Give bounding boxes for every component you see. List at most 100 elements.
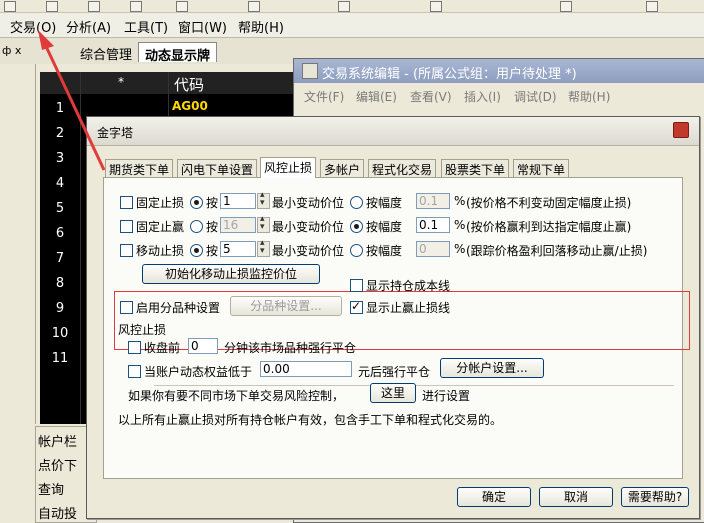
equity-below-checkbox[interactable] xyxy=(128,365,141,378)
editor-menu-insert[interactable]: 插入(I) xyxy=(464,88,501,105)
fixed-profit-spinner[interactable] xyxy=(257,214,270,233)
account-item[interactable]: 查询 xyxy=(38,479,64,498)
dialog-titlebar: 金字塔 xyxy=(87,117,699,146)
show-stop-line-label: 显示止赢止损线 xyxy=(366,301,451,315)
risk-stop-page: 固定止损 按 1 最小变动价位 按幅度 0.1 % (按价格不利变动固定幅度止损… xyxy=(103,177,690,479)
editor-menu-help[interactable]: 帮助(H) xyxy=(568,88,610,105)
footnote: 以上所有止赢止损对所有持仓帐户有效，包含手工下单和程式化交易的。 xyxy=(118,413,503,427)
toolbar-icon[interactable] xyxy=(46,1,58,12)
fixed-loss-checkbox[interactable] xyxy=(120,196,133,209)
editor-app-icon xyxy=(302,63,318,79)
tab-risk-stop[interactable]: 风控止损 xyxy=(260,157,317,178)
fixed-profit-checkbox[interactable] xyxy=(120,220,133,233)
help-button[interactable]: 需要帮助? xyxy=(621,487,689,507)
tab-stock-order[interactable]: 股票类下单 xyxy=(441,159,510,177)
left-sidebar xyxy=(0,64,36,424)
fixed-loss-tick-radio[interactable] xyxy=(190,196,203,209)
editor-titlebar: 交易系统编辑 - (所属公式组：用户待处理 *) xyxy=(294,59,704,83)
fixed-profit-tick-radio[interactable] xyxy=(190,220,203,233)
row-number: 1 xyxy=(55,101,65,116)
toolbar-icon[interactable] xyxy=(646,1,658,12)
dialog-title: 金字塔 xyxy=(97,126,134,140)
editor-menu-debug[interactable]: 调试(D) xyxy=(514,88,557,105)
per-market-suffix: 进行设置 xyxy=(422,389,471,403)
min-tick-label: 最小变动价位 xyxy=(272,244,345,258)
editor-menu-edit[interactable]: 编辑(E) xyxy=(356,88,397,105)
fixed-loss-tick-input[interactable]: 1 xyxy=(220,193,256,209)
grid-code-cell[interactable]: AG00 xyxy=(172,99,208,113)
row-number: 9 xyxy=(55,301,65,316)
close-before-suffix: 分钟该市场品种强行平仓 xyxy=(224,341,357,355)
pct-label: % xyxy=(454,242,466,256)
tab-overview[interactable]: 综合管理 xyxy=(74,42,138,63)
toolbar xyxy=(0,0,704,13)
menu-analysis[interactable]: 分析(A) xyxy=(66,17,111,36)
grid-header xyxy=(40,72,300,94)
tab-dynamic-board[interactable]: 动态显示牌 xyxy=(138,42,218,64)
fixed-loss-note: (按价格不利变动固定幅度止损) xyxy=(466,196,632,210)
menu-trade[interactable]: 交易(O) xyxy=(10,17,56,36)
moving-stop-tick-input[interactable]: 5 xyxy=(220,241,256,257)
show-cost-line-label: 显示持仓成本线 xyxy=(366,279,451,293)
equity-below-label: 当账户动态权益低于 xyxy=(144,365,253,379)
fixed-profit-amp-radio[interactable] xyxy=(350,220,363,233)
fixed-profit-amp-input[interactable]: 0.1 xyxy=(416,217,450,233)
cursor-icon[interactable] xyxy=(248,1,260,12)
tab-futures-order[interactable]: 期货类下单 xyxy=(105,159,174,177)
panel-pin-label[interactable]: ф x xyxy=(2,44,21,57)
fixed-loss-amp-radio[interactable] xyxy=(350,196,363,209)
tab-flash-order[interactable]: 闪电下单设置 xyxy=(177,159,258,177)
editor-menu-file[interactable]: 文件(F) xyxy=(304,88,344,105)
toolbar-icon[interactable] xyxy=(4,1,16,12)
min-tick-label: 最小变动价位 xyxy=(272,220,345,234)
grid-header-code: 代码 xyxy=(174,76,205,94)
toolbar-icon[interactable] xyxy=(130,1,142,12)
init-moving-stop-button[interactable]: 初始化移动止损监控价位 xyxy=(142,264,320,284)
by-label: 按 xyxy=(206,244,219,258)
equity-threshold-input[interactable]: 0.00 xyxy=(260,361,352,377)
toolbar-icon[interactable] xyxy=(176,1,188,12)
per-variety-checkbox[interactable] xyxy=(120,301,133,314)
here-button[interactable]: 这里 xyxy=(370,383,416,403)
account-panel-title: 帐户栏 xyxy=(38,435,78,450)
account-item[interactable]: 自动投 xyxy=(38,503,77,522)
close-before-checkbox[interactable] xyxy=(128,341,141,354)
menu-window[interactable]: 窗口(W) xyxy=(178,17,227,36)
by-label: 按 xyxy=(206,196,219,210)
tab-program-trading[interactable]: 程式化交易 xyxy=(368,159,437,177)
cancel-button[interactable]: 取消 xyxy=(539,487,613,507)
fixed-profit-tick-input[interactable]: 16 xyxy=(220,217,256,233)
toolbar-icon[interactable] xyxy=(560,1,572,12)
tab-regular-order[interactable]: 常规下单 xyxy=(513,159,570,177)
menu-tools[interactable]: 工具(T) xyxy=(124,17,168,36)
moving-stop-amp-input[interactable]: 0 xyxy=(416,241,450,257)
close-before-minutes-input[interactable]: 0 xyxy=(188,338,218,354)
close-icon[interactable] xyxy=(673,122,689,138)
grid-header-star: * xyxy=(118,75,124,89)
per-market-text: 如果你有要不同市场下单交易风险控制， xyxy=(128,389,345,403)
pct-label: % xyxy=(454,194,466,208)
fixed-loss-spinner[interactable] xyxy=(257,190,270,209)
toolbar-icon[interactable] xyxy=(338,1,350,12)
moving-stop-spinner[interactable] xyxy=(257,238,270,257)
moving-stop-amp-radio[interactable] xyxy=(350,244,363,257)
show-cost-line-checkbox[interactable] xyxy=(350,279,363,292)
toolbar-icon[interactable] xyxy=(430,1,442,12)
row-number: 7 xyxy=(55,251,65,266)
moving-stop-checkbox[interactable] xyxy=(120,244,133,257)
min-tick-label: 最小变动价位 xyxy=(272,196,345,210)
editor-menu-view[interactable]: 查看(V) xyxy=(410,88,452,105)
fixed-loss-amp-input[interactable]: 0.1 xyxy=(416,193,450,209)
show-stop-line-checkbox[interactable] xyxy=(350,299,363,314)
per-account-settings-button[interactable]: 分帐户设置... xyxy=(440,358,544,378)
ok-button[interactable]: 确定 xyxy=(457,487,531,507)
pct-label: % xyxy=(454,218,466,232)
tab-multi-account[interactable]: 多帐户 xyxy=(320,159,365,177)
row-number: 3 xyxy=(55,151,65,166)
moving-stop-tick-radio[interactable] xyxy=(190,244,203,257)
account-item[interactable]: 点价下 xyxy=(38,455,77,474)
menu-help[interactable]: 帮助(H) xyxy=(238,17,284,36)
editor-title: 交易系统编辑 - (所属公式组：用户待处理 *) xyxy=(322,67,577,82)
toolbar-icon[interactable] xyxy=(88,1,100,12)
per-variety-settings-button[interactable]: 分品种设置... xyxy=(230,296,342,316)
